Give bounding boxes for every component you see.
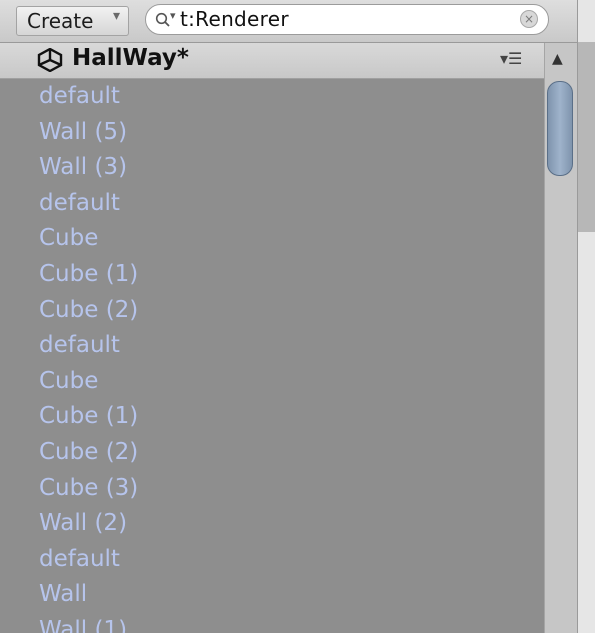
hierarchy-item[interactable]: Cube (1) [0,399,544,435]
scene-options-menu-icon[interactable]: ▾☰ [500,49,522,68]
hierarchy-item[interactable]: Cube (2) [0,435,544,471]
unity-scene-icon [37,48,63,72]
scene-name: HallWay* [72,45,189,71]
search-field[interactable]: ▾ t:Renderer × [145,4,549,35]
scroll-up-arrow-icon[interactable]: ▲ [552,51,563,67]
create-button-label: Create [27,9,94,33]
search-icon[interactable] [155,12,171,28]
hierarchy-item[interactable]: Cube (3) [0,471,544,507]
hierarchy-item[interactable]: default [0,542,544,578]
dropdown-arrow-icon: ▾ [112,8,120,24]
search-filter-dropdown-icon[interactable]: ▾ [170,9,176,22]
search-input[interactable]: t:Renderer [180,7,289,31]
hierarchy-toolbar: Create ▾ ▾ t:Renderer × [0,0,578,43]
hierarchy-item[interactable]: default [0,79,544,115]
hierarchy-item[interactable]: Wall (5) [0,115,544,151]
hierarchy-item[interactable]: Wall [0,577,544,613]
adjacent-panel-shade [578,42,595,232]
hierarchy-item[interactable]: default [0,186,544,222]
scroll-thumb[interactable] [547,81,573,176]
scene-header[interactable]: HallWay* ▾☰ [0,43,544,79]
clear-icon[interactable]: × [520,10,538,28]
hierarchy-item[interactable]: Wall (1) [0,613,544,633]
hierarchy-item[interactable]: Cube [0,364,544,400]
hierarchy-list: default Wall (5) Wall (3) default Cube Cube (… [0,79,544,633]
create-button[interactable]: Create ▾ [16,6,129,36]
hierarchy-window: Create ▾ ▾ t:Renderer × HallWay* ▾☰ defa… [0,0,595,633]
adjacent-panel-edge [577,0,595,633]
hierarchy-item[interactable]: Cube (1) [0,257,544,293]
hierarchy-item[interactable]: default [0,328,544,364]
hierarchy-item[interactable]: Wall (3) [0,150,544,186]
hierarchy-item[interactable]: Wall (2) [0,506,544,542]
vertical-scrollbar[interactable]: ▲ [544,43,577,633]
hierarchy-item[interactable]: Cube (2) [0,293,544,329]
hierarchy-item[interactable]: Cube [0,221,544,257]
